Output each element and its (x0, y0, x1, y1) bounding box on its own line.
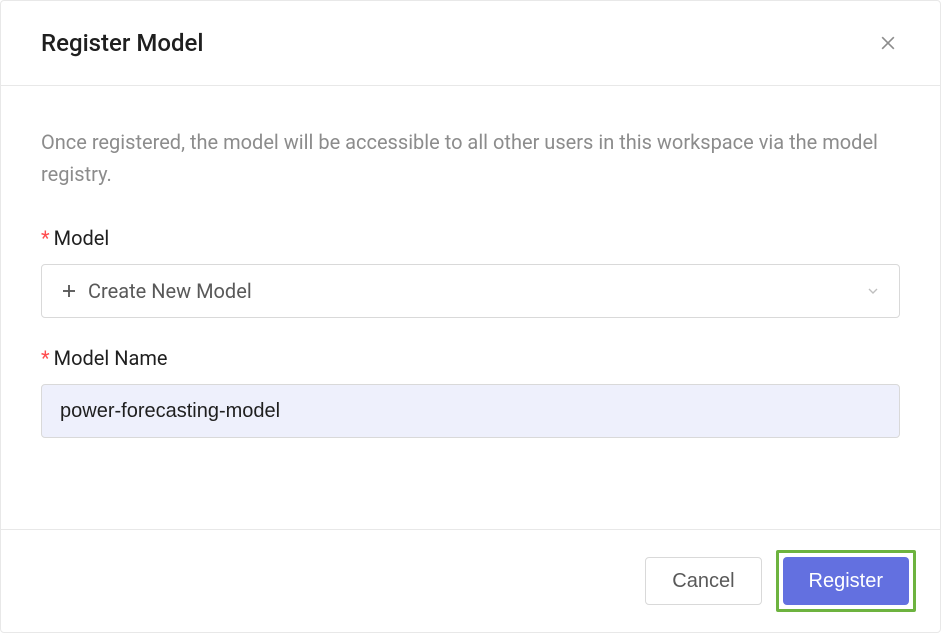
register-highlight: Register (776, 550, 916, 612)
model-label: *Model (41, 226, 900, 250)
dialog-header: Register Model (1, 1, 940, 86)
dialog-footer: Cancel Register (1, 529, 940, 632)
required-mark: * (41, 226, 50, 250)
close-icon[interactable] (876, 31, 900, 55)
cancel-button[interactable]: Cancel (645, 557, 761, 605)
chevron-down-icon (865, 283, 881, 299)
model-field-group: *Model Create New Model (41, 226, 900, 318)
register-model-dialog: Register Model Once registered, the mode… (0, 0, 941, 633)
dialog-description: Once registered, the model will be acces… (41, 126, 900, 190)
select-text: Create New Model (88, 279, 252, 303)
model-name-label-text: Model Name (54, 346, 168, 370)
model-name-field-group: *Model Name (41, 346, 900, 438)
plus-icon (60, 282, 78, 300)
select-content: Create New Model (60, 279, 252, 303)
model-name-label: *Model Name (41, 346, 900, 370)
required-mark: * (41, 346, 50, 370)
register-button[interactable]: Register (783, 557, 909, 605)
model-name-input[interactable] (41, 384, 900, 438)
model-label-text: Model (54, 226, 110, 250)
model-select[interactable]: Create New Model (41, 264, 900, 318)
dialog-body: Once registered, the model will be acces… (1, 86, 940, 529)
dialog-title: Register Model (41, 29, 203, 57)
